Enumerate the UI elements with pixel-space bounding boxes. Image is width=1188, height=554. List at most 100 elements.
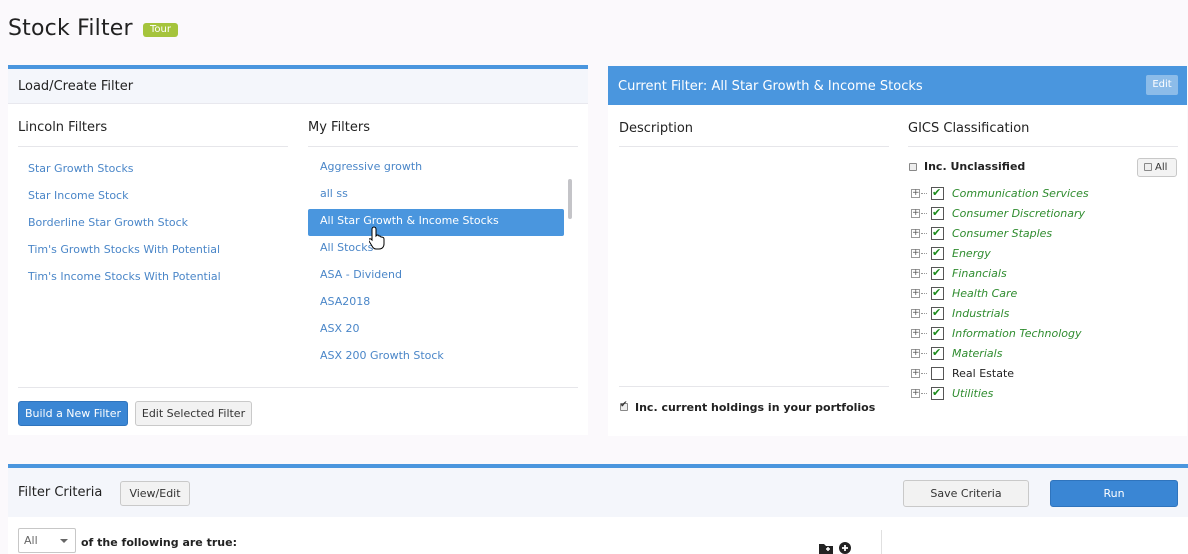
current-filter-title: Current Filter: All Star Growth & Income… (608, 66, 1187, 105)
expand-icon[interactable]: + (911, 209, 920, 218)
gics-label: Industrials (952, 307, 1010, 320)
tree-connector (921, 313, 927, 314)
lincoln-filter-item[interactable]: Tim's Growth Stocks With Potential (18, 236, 221, 263)
tree-connector (921, 373, 927, 374)
gics-checkbox[interactable] (931, 226, 944, 240)
gics-checkbox[interactable] (931, 266, 944, 280)
gics-item: + Materials (911, 344, 1171, 364)
gics-checkbox[interactable] (931, 326, 944, 340)
expand-icon[interactable]: + (911, 349, 920, 358)
tree-connector (921, 273, 927, 274)
expand-icon[interactable]: + (911, 369, 920, 378)
edit-filter-button[interactable]: Edit (1146, 75, 1178, 95)
run-button[interactable]: Run (1050, 480, 1178, 507)
gics-item: + Energy (911, 244, 1171, 264)
gics-checkbox[interactable] (931, 286, 944, 300)
holdings-checkbox[interactable] (620, 400, 628, 411)
gics-item: + Utilities (911, 384, 1171, 404)
inc-unclassified-label: Inc. Unclassified (924, 160, 1026, 173)
my-filter-item[interactable]: ASA2018 (308, 290, 564, 317)
my-filters-title: My Filters (308, 120, 371, 135)
tour-button[interactable]: Tour (143, 23, 178, 37)
select-all-checkbox (1144, 163, 1152, 171)
gics-label: Consumer Staples (952, 227, 1053, 240)
my-filter-item[interactable]: ASX 200 Growth Stock (308, 344, 564, 371)
gics-item: + Health Care (911, 284, 1171, 304)
tree-connector (921, 353, 927, 354)
select-all-button[interactable]: All (1137, 158, 1177, 177)
current-filter-panel: Current Filter: All Star Growth & Income… (608, 66, 1187, 436)
tree-connector (921, 293, 927, 294)
build-new-filter-button[interactable]: Build a New Filter (18, 401, 128, 426)
filter-criteria-panel: Filter Criteria View/Edit Save Criteria … (8, 464, 1188, 554)
gics-item: + Financials (911, 264, 1171, 284)
divider (18, 387, 578, 388)
lincoln-filter-item[interactable]: Tim's Income Stocks With Potential (18, 263, 221, 290)
folder-add-icon (819, 542, 851, 554)
expand-icon[interactable]: + (911, 269, 920, 278)
gics-item: + Industrials (911, 304, 1171, 324)
gics-item: + Real Estate (911, 364, 1171, 384)
gics-checkbox[interactable] (931, 367, 944, 380)
expand-icon[interactable]: + (911, 309, 920, 318)
description-title: Description (619, 121, 694, 136)
tree-connector (921, 193, 927, 194)
divider (619, 146, 889, 147)
edit-selected-filter-button[interactable]: Edit Selected Filter (135, 401, 252, 426)
my-filter-item[interactable]: all ss (308, 182, 564, 209)
gics-checkbox[interactable] (931, 306, 944, 320)
expand-icon[interactable]: + (911, 229, 920, 238)
gics-label: Energy (952, 247, 991, 260)
lincoln-filter-item[interactable]: Star Income Stock (18, 182, 221, 209)
load-create-title: Load/Create Filter (8, 69, 588, 104)
tree-connector (921, 253, 927, 254)
my-filter-item[interactable]: ASA - Dividend (308, 263, 564, 290)
expand-icon[interactable]: + (911, 189, 920, 198)
my-filter-item[interactable]: ASX 20 (308, 317, 564, 344)
load-create-panel: Load/Create Filter Lincoln Filters Star … (8, 65, 588, 435)
expand-icon[interactable]: + (911, 389, 920, 398)
divider (619, 386, 889, 387)
my-filter-item[interactable]: Aggressive growth (308, 155, 564, 182)
divider (308, 146, 578, 147)
match-mode-value: All (24, 534, 38, 547)
match-mode-select[interactable]: All (18, 528, 76, 553)
divider (18, 146, 288, 147)
save-criteria-button[interactable]: Save Criteria (903, 480, 1029, 507)
gics-title: GICS Classification (908, 121, 1030, 136)
lincoln-filter-list: Star Growth Stocks Star Income Stock Borde… (18, 155, 221, 290)
gics-label: Financials (952, 267, 1007, 280)
chevron-down-icon (60, 539, 68, 543)
tree-connector (921, 333, 927, 334)
lincoln-filter-item[interactable]: Star Growth Stocks (18, 155, 221, 182)
tree-connector (921, 393, 927, 394)
expand-icon[interactable]: + (911, 289, 920, 298)
tree-connector (921, 233, 927, 234)
gics-label: Real Estate (952, 367, 1015, 380)
add-criteria-icons[interactable] (818, 541, 852, 554)
page-title: Stock Filter (8, 16, 133, 41)
filter-criteria-header: Filter Criteria View/Edit Save Criteria … (8, 468, 1188, 517)
gics-checkbox[interactable] (931, 346, 944, 360)
divider (881, 530, 882, 554)
expand-icon[interactable]: + (911, 249, 920, 258)
gics-label: Utilities (952, 387, 994, 400)
filter-criteria-title: Filter Criteria (18, 485, 103, 500)
my-filter-list: Aggressive growth all ss All Star Growth &… (308, 155, 564, 371)
expand-icon[interactable]: + (911, 329, 920, 338)
gics-item: + Communication Services (911, 184, 1171, 204)
gics-label: Consumer Discretionary (952, 207, 1086, 220)
gics-checkbox[interactable] (931, 246, 944, 260)
holdings-label: Inc. current holdings in your portfolios (635, 401, 876, 414)
lincoln-filter-item[interactable]: Borderline Star Growth Stock (18, 209, 221, 236)
gics-label: Communication Services (952, 187, 1089, 200)
view-edit-button[interactable]: View/Edit (120, 481, 190, 506)
my-filter-item[interactable]: All Stocks (308, 236, 564, 263)
inc-unclassified-checkbox[interactable] (909, 163, 917, 171)
gics-label: Information Technology (952, 327, 1082, 340)
my-filters-scrollbar[interactable] (568, 179, 572, 219)
gics-checkbox[interactable] (931, 206, 944, 220)
my-filter-item[interactable]: All Star Growth & Income Stocks (308, 209, 564, 236)
gics-checkbox[interactable] (931, 386, 944, 400)
gics-checkbox[interactable] (931, 186, 944, 200)
